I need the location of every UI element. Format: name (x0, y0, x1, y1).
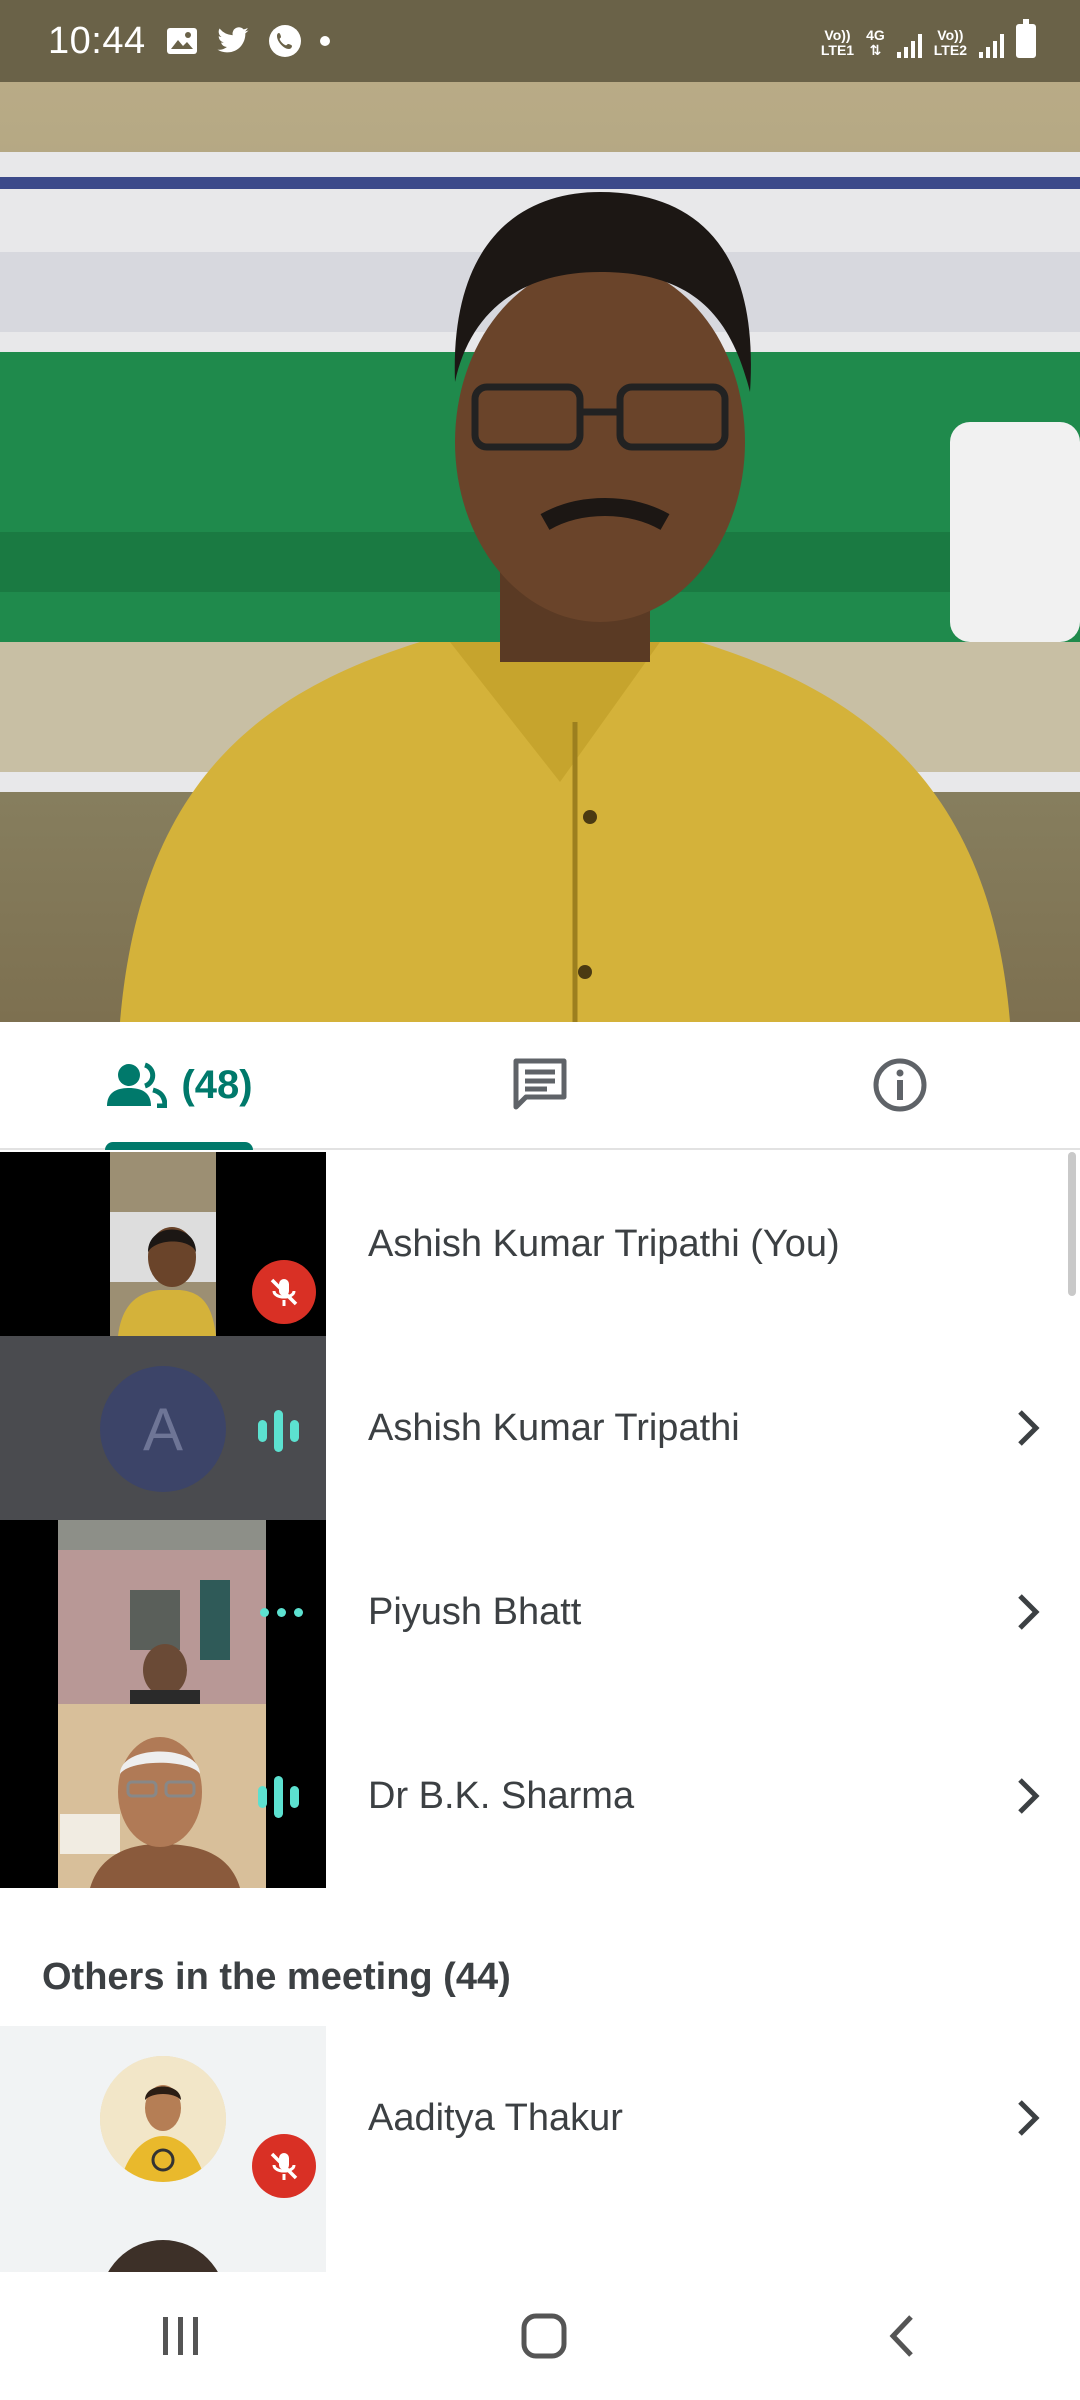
avatar (100, 2056, 226, 2182)
chevron-right-icon[interactable] (1012, 1406, 1044, 1450)
mic-off-icon (252, 1260, 316, 1324)
participant-name: Dr B.K. Sharma (368, 1774, 635, 1817)
participants-list[interactable]: Ashish Kumar Tripathi (You) A Ashish Kum… (0, 1152, 1080, 2272)
system-status: Vo)) LTE1 4G ⇅ Vo)) LTE2 (820, 19, 1036, 58)
participant-video-tile (0, 1704, 326, 1888)
gallery-icon (166, 28, 197, 54)
others-section-title: Others in the meeting (44) (42, 1956, 511, 1998)
participant-row-you[interactable]: Ashish Kumar Tripathi (You) (0, 1152, 1080, 1336)
participant-photo-tile (0, 2210, 326, 2272)
battery-icon (1016, 19, 1036, 58)
participant-row[interactable]: Aaditya Thakur (0, 2026, 1080, 2210)
people-count: (48) (181, 1062, 253, 1107)
participant-name: Aaditya Thakur (368, 2096, 623, 2139)
scrollbar[interactable] (1068, 1152, 1076, 1296)
chevron-right-icon[interactable] (1012, 2096, 1044, 2140)
back-icon[interactable] (883, 2311, 923, 2361)
participant-name: Ashish Kumar Tripathi (You) (368, 1222, 840, 1265)
participant-name: Piyush Bhatt (368, 1590, 582, 1633)
chat-icon (513, 1058, 567, 1110)
tab-people[interactable]: (48) (0, 1022, 360, 1150)
participant-avatar-tile: A (0, 1336, 326, 1520)
tab-info[interactable] (720, 1022, 1080, 1148)
sim2-label: Vo)) LTE2 (933, 27, 967, 58)
phone-icon (268, 25, 301, 57)
home-icon[interactable] (519, 2311, 569, 2361)
info-icon (873, 1058, 927, 1112)
signal-2-icon (979, 32, 1004, 58)
people-icon (107, 1062, 168, 1108)
participant-video-tile (0, 1152, 326, 1336)
participant-row[interactable]: Dr B.K. Sharma (0, 1704, 1080, 1888)
recents-icon[interactable] (157, 2313, 205, 2359)
system-nav-bar (0, 2272, 1080, 2400)
meeting-tabs: (48) (0, 1022, 1080, 1150)
chevron-right-icon[interactable] (1012, 1774, 1044, 1818)
notification-icons (166, 24, 330, 58)
status-time: 10:44 (48, 19, 146, 62)
participant-row-partial[interactable] (0, 2210, 1080, 2272)
dot-icon (319, 36, 330, 46)
twitter-icon (217, 27, 249, 53)
main-video-feed[interactable] (0, 82, 1080, 1022)
avatar: A (100, 1366, 226, 1492)
participant-name: Ashish Kumar Tripathi (368, 1406, 740, 1449)
chevron-right-icon[interactable] (1012, 1590, 1044, 1634)
mic-off-icon (252, 2134, 316, 2198)
sim1-label: Vo)) LTE1 (820, 27, 855, 58)
connecting-indicator-icon (260, 1608, 303, 1617)
status-bar: 10:44 Vo)) LTE1 4G ⇅ Vo)) LTE2 (0, 0, 1080, 82)
participant-photo-tile (0, 2026, 326, 2210)
participant-row[interactable]: Piyush Bhatt (0, 1520, 1080, 1704)
network-type: 4G ⇅ (866, 27, 885, 58)
speaker-video-frame (0, 152, 1080, 1022)
meet-app: 10:44 Vo)) LTE1 4G ⇅ Vo)) LTE2 (48) Ashi… (0, 0, 1080, 2400)
speaking-indicator-icon (258, 1410, 299, 1452)
signal-1-icon (896, 32, 922, 58)
active-tab-indicator (105, 1142, 253, 1150)
avatar (100, 2240, 226, 2272)
participant-row[interactable]: A Ashish Kumar Tripathi (0, 1336, 1080, 1520)
tab-chat[interactable] (360, 1022, 720, 1148)
participant-video-tile (0, 1520, 326, 1704)
speaking-indicator-icon (258, 1776, 299, 1818)
